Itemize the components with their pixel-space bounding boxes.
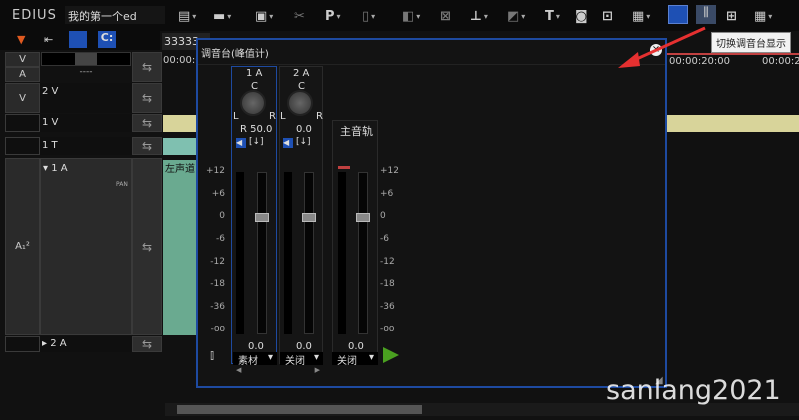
watermark: sanlang2021 (606, 375, 781, 406)
annotation-arrow (618, 26, 706, 68)
arrow-line (629, 26, 706, 64)
arrow-head (618, 52, 640, 68)
